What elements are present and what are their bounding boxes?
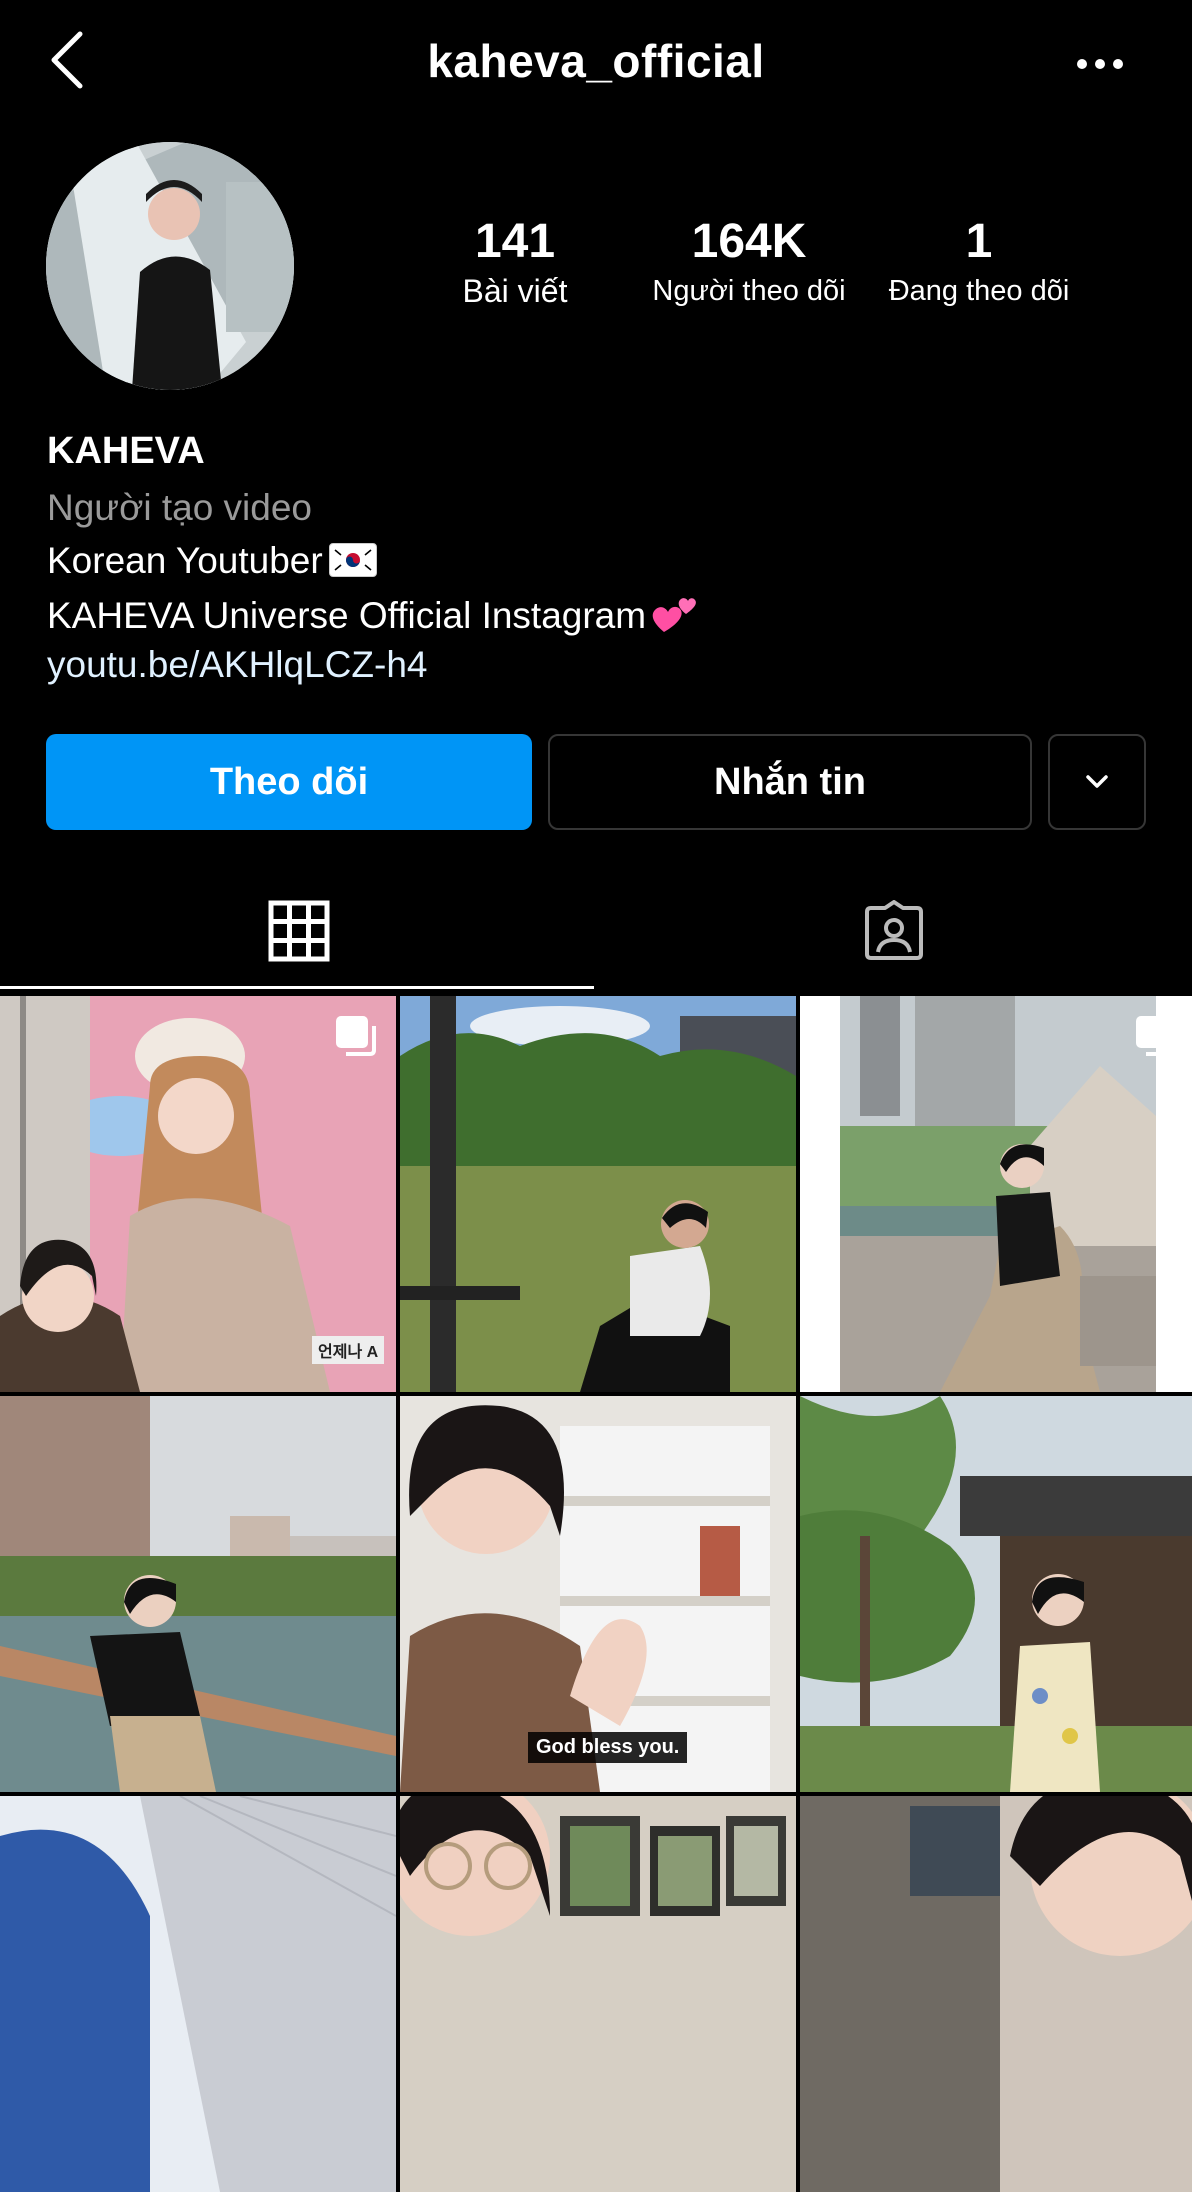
post-thumbnail[interactable] xyxy=(800,996,1192,1392)
profile-category: Người tạo video xyxy=(47,487,312,528)
post-thumbnail[interactable] xyxy=(800,1396,1192,1792)
multiple-photos-icon xyxy=(1136,1016,1176,1056)
bio-line-1-text: Korean Youtuber xyxy=(47,540,323,581)
following-label: Đang theo dõi xyxy=(888,275,1070,307)
profile-name: KAHEVA xyxy=(47,430,205,472)
posts-count: 141 xyxy=(474,215,556,268)
message-button[interactable]: Nhắn tin xyxy=(548,734,1032,830)
suggested-dropdown-button[interactable] xyxy=(1048,734,1146,830)
followers-count: 164K xyxy=(691,215,807,268)
post-thumbnail[interactable]: 언제나 A xyxy=(0,996,396,1392)
post-thumbnail[interactable] xyxy=(800,1796,1192,2192)
bio-line-2: KAHEVA Universe Official Instagram xyxy=(47,592,700,637)
following-count: 1 xyxy=(965,215,993,268)
active-tab-indicator xyxy=(0,986,594,989)
more-options-icon[interactable] xyxy=(1070,44,1130,84)
chevron-down-icon xyxy=(1086,775,1108,788)
bio-line-2-text: KAHEVA Universe Official Instagram xyxy=(47,595,647,636)
tagged-icon[interactable] xyxy=(863,900,925,962)
stat-following[interactable]: 1 Đang theo dõi xyxy=(872,212,1086,310)
grid-icon[interactable] xyxy=(268,900,330,962)
post-thumbnail[interactable] xyxy=(400,996,796,1392)
bio-line-1: Korean Youtuber xyxy=(47,540,377,582)
profile-avatar[interactable] xyxy=(46,142,294,390)
post-thumbnail[interactable]: God bless you. xyxy=(400,1396,796,1792)
follow-button[interactable]: Theo dõi xyxy=(46,734,532,830)
profile-username-title: kaheva_official xyxy=(427,35,765,87)
korea-flag-icon xyxy=(328,543,377,577)
followers-label: Người theo dõi xyxy=(652,275,846,307)
posts-grid: 언제나 A God bless you. xyxy=(0,996,1192,2192)
stat-posts[interactable]: 141 Bài viết xyxy=(440,212,590,310)
post-thumbnail[interactable] xyxy=(0,1796,396,2192)
poster-sign-text: 언제나 A xyxy=(312,1336,385,1364)
post-thumbnail[interactable] xyxy=(0,1396,396,1792)
post-thumbnail[interactable] xyxy=(400,1796,796,2192)
stat-followers[interactable]: 164K Người theo dõi xyxy=(640,212,858,310)
video-caption: God bless you. xyxy=(528,1732,688,1763)
bio-link[interactable]: youtu.be/AKHlqLCZ-h4 xyxy=(47,644,427,686)
multiple-photos-icon xyxy=(336,1016,376,1056)
posts-label: Bài viết xyxy=(462,273,568,309)
two-hearts-icon xyxy=(652,598,696,632)
